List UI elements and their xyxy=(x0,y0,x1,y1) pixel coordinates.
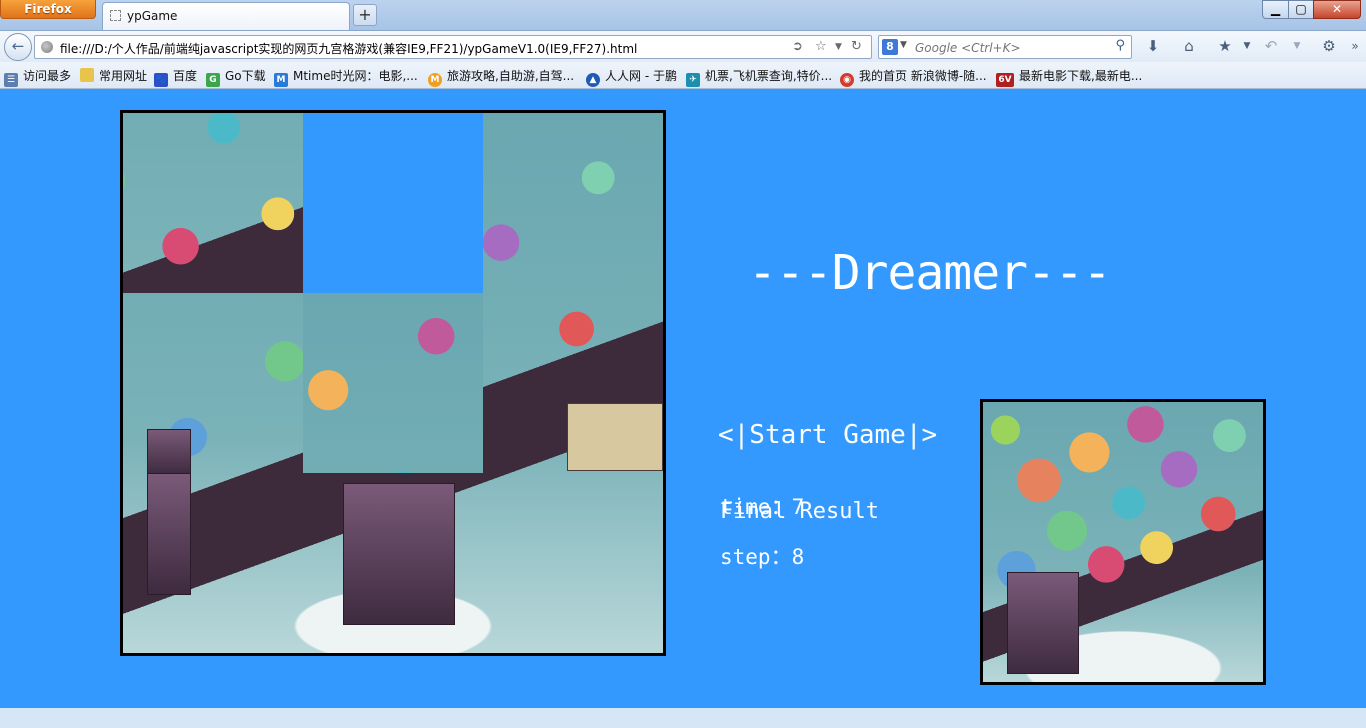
addon-icon[interactable]: ⚙ xyxy=(1318,37,1340,55)
bookmark-label: 常用网址 xyxy=(99,69,148,83)
undo-icon[interactable]: ↶ xyxy=(1260,37,1282,55)
bookmark-item[interactable]: 常用网址 xyxy=(80,67,147,83)
bookmarks-dropdown-icon[interactable]: ▼ xyxy=(1236,41,1258,51)
status-bar xyxy=(0,708,1366,728)
most-visited-icon: ☰ xyxy=(4,73,18,87)
new-tab-button[interactable]: + xyxy=(353,4,377,26)
house-illustration xyxy=(343,483,455,625)
google-icon[interactable]: 8 xyxy=(882,39,898,55)
go-arrow-icon[interactable]: ➲ xyxy=(792,39,803,54)
folder-icon xyxy=(80,68,94,82)
bookmark-label: 人人网 - 于鹏 xyxy=(605,69,677,83)
bookmark-item[interactable]: G Go下载 xyxy=(206,67,266,87)
overflow-chevron-icon[interactable]: » xyxy=(1344,39,1366,53)
bookmark-item[interactable]: ☰ 访问最多 xyxy=(4,67,72,87)
bookmark-item[interactable]: ✈ 机票,飞机票查询,特价... xyxy=(686,67,833,87)
puzzle-tile[interactable] xyxy=(123,473,303,653)
puzzle-tile[interactable] xyxy=(483,113,663,293)
bookmark-label: 机票,飞机票查询,特价... xyxy=(705,69,833,83)
search-bar[interactable]: 8 ▼ ⚲ xyxy=(878,35,1132,59)
travel-icon: M xyxy=(428,73,442,87)
back-arrow-icon: ← xyxy=(11,37,25,55)
bookmark-item[interactable]: 6V 最新电影下载,最新电... xyxy=(996,67,1143,87)
bookmark-label: 旅游攻略,自助游,自驾... xyxy=(447,69,575,83)
bookmark-label: Mtime时光网：电影,... xyxy=(293,69,418,83)
bookmark-label: 最新电影下载,最新电... xyxy=(1019,69,1143,83)
navigation-bar: ← file:///D:/个人作品/前端纯javascript实现的网页九宫格游… xyxy=(0,30,1366,62)
bookmark-item[interactable]: M Mtime时光网：电影,... xyxy=(274,67,418,87)
reload-icon[interactable]: ↻ xyxy=(851,39,862,54)
search-input[interactable] xyxy=(913,38,1107,58)
page-icon xyxy=(110,10,121,21)
tab-ypgame[interactable]: ypGame xyxy=(102,2,350,30)
bookmark-label: 百度 xyxy=(173,69,198,83)
history-dropdown-icon[interactable]: ▼ xyxy=(835,42,842,52)
renren-icon: ▲ xyxy=(586,73,600,87)
download-site-icon: G xyxy=(206,73,220,87)
bookmark-label: 我的首页 新浪微博-随... xyxy=(859,69,987,83)
movie-icon: 6V xyxy=(996,73,1014,87)
puzzle-board xyxy=(120,110,666,656)
puzzle-tile[interactable] xyxy=(483,293,663,473)
download-icon[interactable]: ⬇ xyxy=(1142,37,1164,55)
balloon-house-image xyxy=(983,402,1263,682)
bookmark-label: Go下载 xyxy=(225,69,266,83)
undo-dropdown-icon[interactable]: ▼ xyxy=(1286,41,1308,51)
puzzle-tile[interactable] xyxy=(303,293,483,473)
weibo-icon: ◉ xyxy=(840,73,854,87)
bookmark-item[interactable]: 🐾 百度 xyxy=(154,67,198,87)
puzzle-tile[interactable] xyxy=(303,473,483,653)
step-counter: step：8 xyxy=(720,545,805,569)
game-title: ---Dreamer--- xyxy=(748,245,1112,301)
title-bar: Firefox ypGame + ▁ ▢ ✕ xyxy=(0,0,1366,30)
tab-title: ypGame xyxy=(127,9,178,23)
empty-tile xyxy=(303,113,483,293)
firefox-menu-button[interactable]: Firefox xyxy=(0,0,96,19)
bookmark-item[interactable]: ▲ 人人网 - 于鹏 xyxy=(586,67,677,87)
mtime-icon: M xyxy=(274,73,288,87)
start-game-button[interactable]: <|Start Game|> xyxy=(718,420,937,450)
home-icon[interactable]: ⌂ xyxy=(1178,37,1200,55)
house-illustration xyxy=(147,473,191,595)
bookmark-label: 访问最多 xyxy=(23,69,72,83)
bookmarks-icon[interactable]: ★ xyxy=(1214,37,1236,55)
bookmarks-bar: ☰ 访问最多 常用网址 🐾 百度 G Go下载 M Mtime时光网：电影,... M旅… xyxy=(0,62,1366,89)
baidu-icon: 🐾 xyxy=(154,73,168,87)
search-engine-dropdown-icon[interactable]: ▼ xyxy=(900,40,907,50)
bookmark-star-icon[interactable]: ☆ xyxy=(815,39,827,54)
solution-preview-image xyxy=(980,399,1266,685)
bookmark-item[interactable]: M 旅游攻略,自助游,自驾... xyxy=(428,67,575,87)
flight-icon: ✈ xyxy=(686,73,700,87)
puzzle-tile[interactable] xyxy=(483,473,663,653)
url-text: file:///D:/个人作品/前端纯javascript实现的网页九宫格游戏(… xyxy=(60,42,638,56)
game-page: ---Dreamer--- <|Start Game|> Final Resul… xyxy=(0,89,1366,708)
search-icon[interactable]: ⚲ xyxy=(1115,38,1125,53)
maximize-button[interactable]: ▢ xyxy=(1288,0,1314,19)
house-illustration xyxy=(147,429,191,473)
puzzle-tile[interactable] xyxy=(123,293,303,473)
bookmark-item[interactable]: ◉ 我的首页 新浪微博-随... xyxy=(840,67,987,87)
house-roof xyxy=(567,403,663,471)
globe-icon xyxy=(41,41,53,53)
house-illustration xyxy=(1007,572,1079,674)
close-window-button[interactable]: ✕ xyxy=(1313,0,1361,19)
time-counter: time：7 xyxy=(720,495,805,519)
address-bar[interactable]: file:///D:/个人作品/前端纯javascript实现的网页九宫格游戏(… xyxy=(34,35,872,59)
puzzle-tile[interactable] xyxy=(123,113,303,293)
minimize-button[interactable]: ▁ xyxy=(1262,0,1289,19)
back-button[interactable]: ← xyxy=(4,33,32,61)
